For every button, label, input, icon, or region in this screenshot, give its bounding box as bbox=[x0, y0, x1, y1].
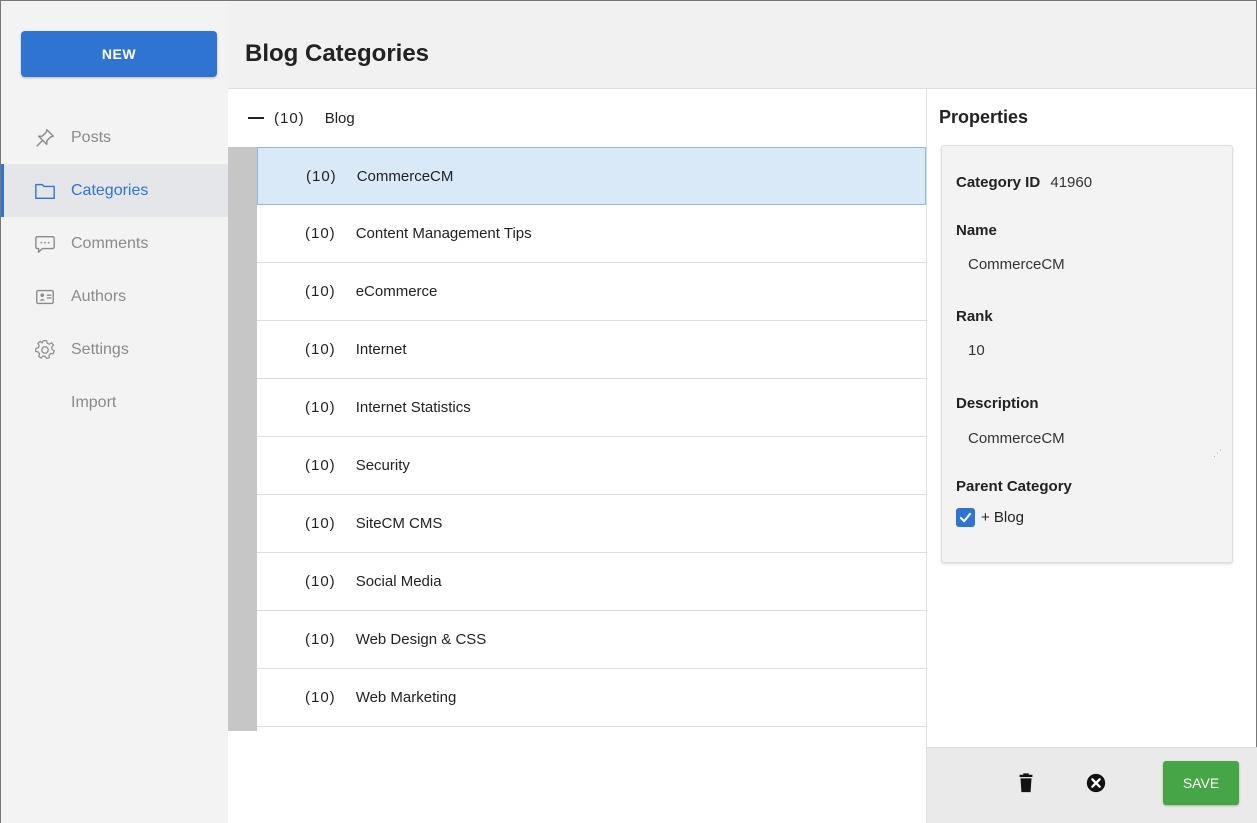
row-count: (10) bbox=[305, 515, 336, 532]
row-label: eCommerce bbox=[355, 283, 438, 300]
delete-button[interactable] bbox=[1013, 770, 1039, 796]
row-count: (10) bbox=[305, 689, 336, 706]
row-count: (10) bbox=[305, 283, 336, 300]
row-label: Security bbox=[355, 457, 410, 474]
category-id-value: 41960 bbox=[1050, 174, 1093, 191]
properties-card: Category ID 41960 Name CommerceCM Rank 1… bbox=[941, 145, 1233, 563]
sidebar-item-label: Categories bbox=[71, 181, 149, 199]
parent-category-value: + Blog bbox=[981, 509, 1024, 526]
row-label: Internet Statistics bbox=[355, 399, 471, 416]
tree-row[interactable]: (10) Web Design & CSS bbox=[257, 611, 926, 669]
resize-grip-icon[interactable]: ⋰ bbox=[1213, 448, 1222, 459]
description-field[interactable]: CommerceCM bbox=[968, 430, 1065, 447]
row-label: Social Media bbox=[355, 573, 442, 590]
tree-row[interactable]: (10) Internet bbox=[257, 321, 926, 379]
properties-footer: SAVE bbox=[927, 747, 1257, 823]
category-id-label: Category ID bbox=[956, 174, 1041, 191]
sidebar-item-label: Settings bbox=[71, 340, 129, 358]
category-id-field: Category ID 41960 bbox=[956, 174, 1092, 191]
tree-root[interactable]: (10) Blog bbox=[228, 89, 926, 147]
parent-category-option[interactable]: + Blog bbox=[956, 508, 1024, 527]
root-label: Blog bbox=[324, 109, 355, 127]
rank-label: Rank bbox=[956, 308, 993, 325]
close-circle-icon bbox=[1086, 773, 1106, 793]
parent-category-label: Parent Category bbox=[956, 478, 1072, 495]
page-title: Blog Categories bbox=[245, 40, 430, 67]
tree-row[interactable]: (10) Internet Statistics bbox=[257, 379, 926, 437]
tree-row[interactable]: (10) Web Marketing bbox=[257, 669, 926, 727]
root-count: (10) bbox=[274, 109, 305, 127]
sidebar-item-import[interactable]: Import bbox=[1, 376, 228, 429]
description-label: Description bbox=[956, 395, 1039, 412]
tree-row[interactable]: (10) Social Media bbox=[257, 553, 926, 611]
cancel-button[interactable] bbox=[1083, 770, 1109, 796]
comment-icon bbox=[33, 232, 57, 256]
sidebar-item-label: Authors bbox=[71, 287, 127, 305]
sidebar-item-authors[interactable]: Authors bbox=[1, 270, 228, 323]
tree-row[interactable]: (10) CommerceCM bbox=[257, 147, 926, 205]
sidebar-nav: Posts Categories Comments Authors Settin… bbox=[1, 111, 228, 429]
id-card-icon bbox=[33, 285, 57, 309]
row-count: (10) bbox=[306, 167, 337, 185]
sidebar: NEW Posts Categories Comments Authors Se… bbox=[1, 1, 228, 823]
category-tree: (10) Blog (10) CommerceCM (10) Content M… bbox=[228, 89, 926, 823]
tree-indent-gutter bbox=[228, 147, 257, 731]
sidebar-item-label: Posts bbox=[71, 128, 112, 146]
row-label: Web Design & CSS bbox=[355, 631, 487, 648]
sidebar-item-posts[interactable]: Posts bbox=[1, 111, 228, 164]
tree-row[interactable]: (10) Content Management Tips bbox=[257, 205, 926, 263]
row-label: CommerceCM bbox=[356, 167, 454, 185]
row-count: (10) bbox=[305, 631, 336, 648]
row-count: (10) bbox=[305, 399, 336, 416]
page-header: Blog Categories bbox=[228, 1, 1256, 89]
tree-row[interactable]: (10) Security bbox=[257, 437, 926, 495]
tree-row[interactable]: (10) eCommerce bbox=[257, 263, 926, 321]
properties-title: Properties bbox=[939, 107, 1029, 127]
row-label: Internet bbox=[355, 341, 407, 358]
tree-row[interactable]: (10) SiteCM CMS bbox=[257, 495, 926, 553]
row-count: (10) bbox=[305, 573, 336, 590]
row-label: SiteCM CMS bbox=[355, 515, 443, 532]
new-button[interactable]: NEW bbox=[21, 31, 217, 77]
pin-icon bbox=[33, 126, 57, 150]
rank-field[interactable]: 10 bbox=[968, 342, 985, 359]
properties-panel: Properties Category ID 41960 Name Commer… bbox=[926, 89, 1257, 823]
parent-category-checkbox[interactable] bbox=[956, 508, 975, 527]
folder-icon bbox=[33, 179, 57, 203]
trash-icon bbox=[1019, 773, 1033, 793]
row-label: Content Management Tips bbox=[355, 225, 532, 242]
sidebar-item-label: Comments bbox=[71, 234, 149, 252]
collapse-icon[interactable] bbox=[248, 117, 264, 119]
sidebar-item-settings[interactable]: Settings bbox=[1, 323, 228, 376]
row-count: (10) bbox=[305, 225, 336, 242]
sidebar-item-label: Import bbox=[71, 393, 117, 411]
row-label: Web Marketing bbox=[355, 689, 457, 706]
row-count: (10) bbox=[305, 341, 336, 358]
save-button[interactable]: SAVE bbox=[1163, 761, 1239, 805]
name-label: Name bbox=[956, 222, 997, 239]
main-panel: Blog Categories (10) Blog (10) CommerceC… bbox=[228, 1, 1257, 823]
row-count: (10) bbox=[305, 457, 336, 474]
gear-icon bbox=[33, 338, 57, 362]
sidebar-item-comments[interactable]: Comments bbox=[1, 217, 228, 270]
sidebar-item-categories[interactable]: Categories bbox=[1, 164, 228, 217]
blank-icon bbox=[33, 391, 57, 415]
name-field[interactable]: CommerceCM bbox=[968, 256, 1065, 273]
